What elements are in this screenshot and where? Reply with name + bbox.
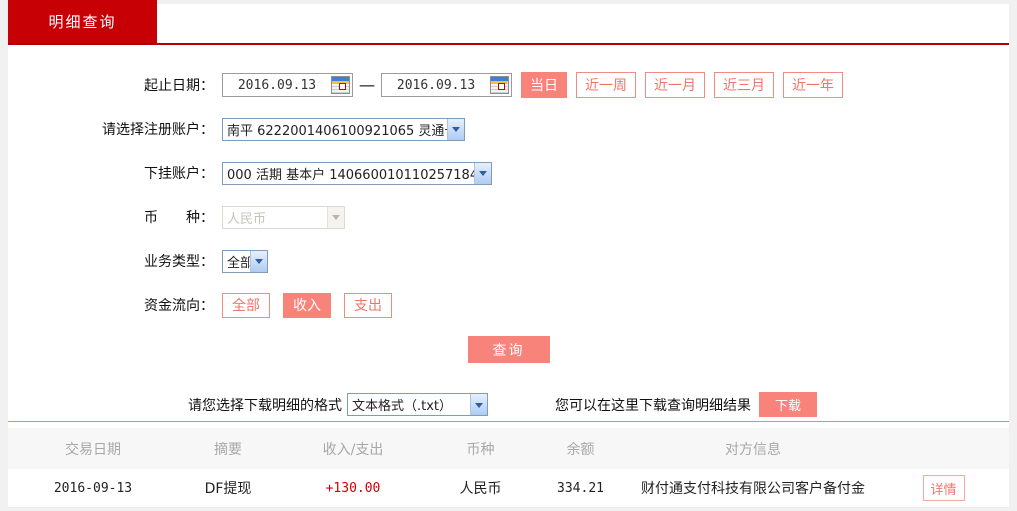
tab-detail-query[interactable]: 明细查询 <box>8 0 157 43</box>
content-panel: 明细查询 起止日期： 2016.09.13 一 2016.09.13 当日 近一… <box>8 0 1009 508</box>
cell-date: 2016-09-13 <box>53 480 133 496</box>
chevron-down-icon <box>327 206 344 228</box>
cell-summary: DF提现 <box>204 481 252 497</box>
currency-row: 币 种： 人民币 <box>8 204 1009 230</box>
tab-label: 明细查询 <box>48 13 117 31</box>
date-separator: 一 <box>359 77 376 96</box>
quick-today-button[interactable]: 当日 <box>521 72 568 98</box>
cell-action: 详情 <box>878 475 1009 501</box>
quick-quarter-button[interactable]: 近三月 <box>714 72 775 98</box>
table-header: 交易日期 摘要 收入/支出 币种 余额 对方信息 <box>8 428 1009 469</box>
calendar-icon[interactable] <box>490 76 510 94</box>
detail-button[interactable]: 详情 <box>922 475 965 501</box>
download-format-value: 文本格式（.txt） <box>352 399 453 414</box>
fund-flow-all-button[interactable]: 全部 <box>222 292 270 318</box>
chevron-down-icon <box>474 162 491 184</box>
date-range-label: 起止日期： <box>144 78 214 94</box>
business-type-label: 业务类型： <box>144 254 214 270</box>
currency-select: 人民币 <box>222 205 345 229</box>
register-account-value: 南平 6222001406100921065 灵通卡 <box>227 123 447 139</box>
cell-balance: 334.21 <box>557 480 604 496</box>
fund-flow-expense-button[interactable]: 支出 <box>344 292 392 318</box>
download-format-label: 请您选择下载明细的格式 <box>188 397 342 414</box>
end-date-value: 2016.09.13 <box>396 77 476 93</box>
header-balance: 余额 <box>566 441 595 458</box>
header-currency: 币种 <box>466 441 495 458</box>
register-account-label: 请选择注册账户： <box>102 122 214 138</box>
quick-week-button[interactable]: 近一周 <box>576 72 637 98</box>
header-date: 交易日期 <box>65 441 121 458</box>
business-type-value: 全部 <box>227 255 250 271</box>
cell-amount: +130.00 <box>325 480 381 496</box>
table-row: 2016-09-13 DF提现 +130.00 人民币 334.21 财付通支付… <box>8 469 1009 508</box>
date-range-row: 起止日期： 2016.09.13 一 2016.09.13 当日 近一周 近一月… <box>8 72 1009 98</box>
fund-flow-row: 资金流向： 全部 收入 支出 <box>8 292 1009 318</box>
business-type-row: 业务类型： 全部 <box>8 248 1009 274</box>
quick-month-button[interactable]: 近一月 <box>645 72 706 98</box>
download-button[interactable]: 下载 <box>759 392 817 417</box>
fund-flow-label: 资金流向： <box>144 298 214 314</box>
sub-account-value: 000 活期 基本户 1406600101102571848 <box>227 167 474 183</box>
chevron-down-icon <box>470 394 487 415</box>
chevron-down-icon <box>447 118 464 140</box>
fund-flow-income-button[interactable]: 收入 <box>283 292 331 318</box>
download-row: 请您选择下载明细的格式 文本格式（.txt） 您可以在这里下载查询明细结果 下载 <box>188 392 1009 417</box>
currency-label: 币 种： <box>144 210 214 226</box>
query-button[interactable]: 查询 <box>467 336 550 363</box>
end-date-input[interactable]: 2016.09.13 <box>381 73 513 97</box>
start-date-value: 2016.09.13 <box>237 77 317 93</box>
header-summary: 摘要 <box>214 441 242 458</box>
calendar-icon[interactable] <box>331 76 350 94</box>
sub-account-row: 下挂账户： 000 活期 基本户 1406600101102571848 <box>8 160 1009 186</box>
header-counterparty: 对方信息 <box>725 441 781 458</box>
register-account-row: 请选择注册账户： 南平 6222001406100921065 灵通卡 <box>8 116 1009 142</box>
table-top-divider <box>8 421 1009 422</box>
cell-currency: 人民币 <box>459 481 502 497</box>
register-account-select[interactable]: 南平 6222001406100921065 灵通卡 <box>222 117 465 141</box>
cell-counterparty: 财付通支付科技有限公司客户备付金 <box>641 481 865 497</box>
query-button-wrap: 查询 <box>8 336 1009 363</box>
chevron-down-icon <box>250 250 267 272</box>
download-format-select[interactable]: 文本格式（.txt） <box>347 393 488 416</box>
currency-value: 人民币 <box>227 211 267 227</box>
start-date-input[interactable]: 2016.09.13 <box>222 73 353 97</box>
sub-account-select[interactable]: 000 活期 基本户 1406600101102571848 <box>222 161 492 185</box>
quick-year-button[interactable]: 近一年 <box>783 72 844 98</box>
sub-account-label: 下挂账户： <box>144 166 214 182</box>
top-gap <box>157 0 1009 4</box>
query-form: 起止日期： 2016.09.13 一 2016.09.13 当日 近一周 近一月… <box>8 45 1009 508</box>
business-type-select[interactable]: 全部 <box>222 249 268 273</box>
download-hint: 您可以在这里下载查询明细结果 <box>555 397 751 414</box>
header-amount: 收入/支出 <box>322 441 384 458</box>
